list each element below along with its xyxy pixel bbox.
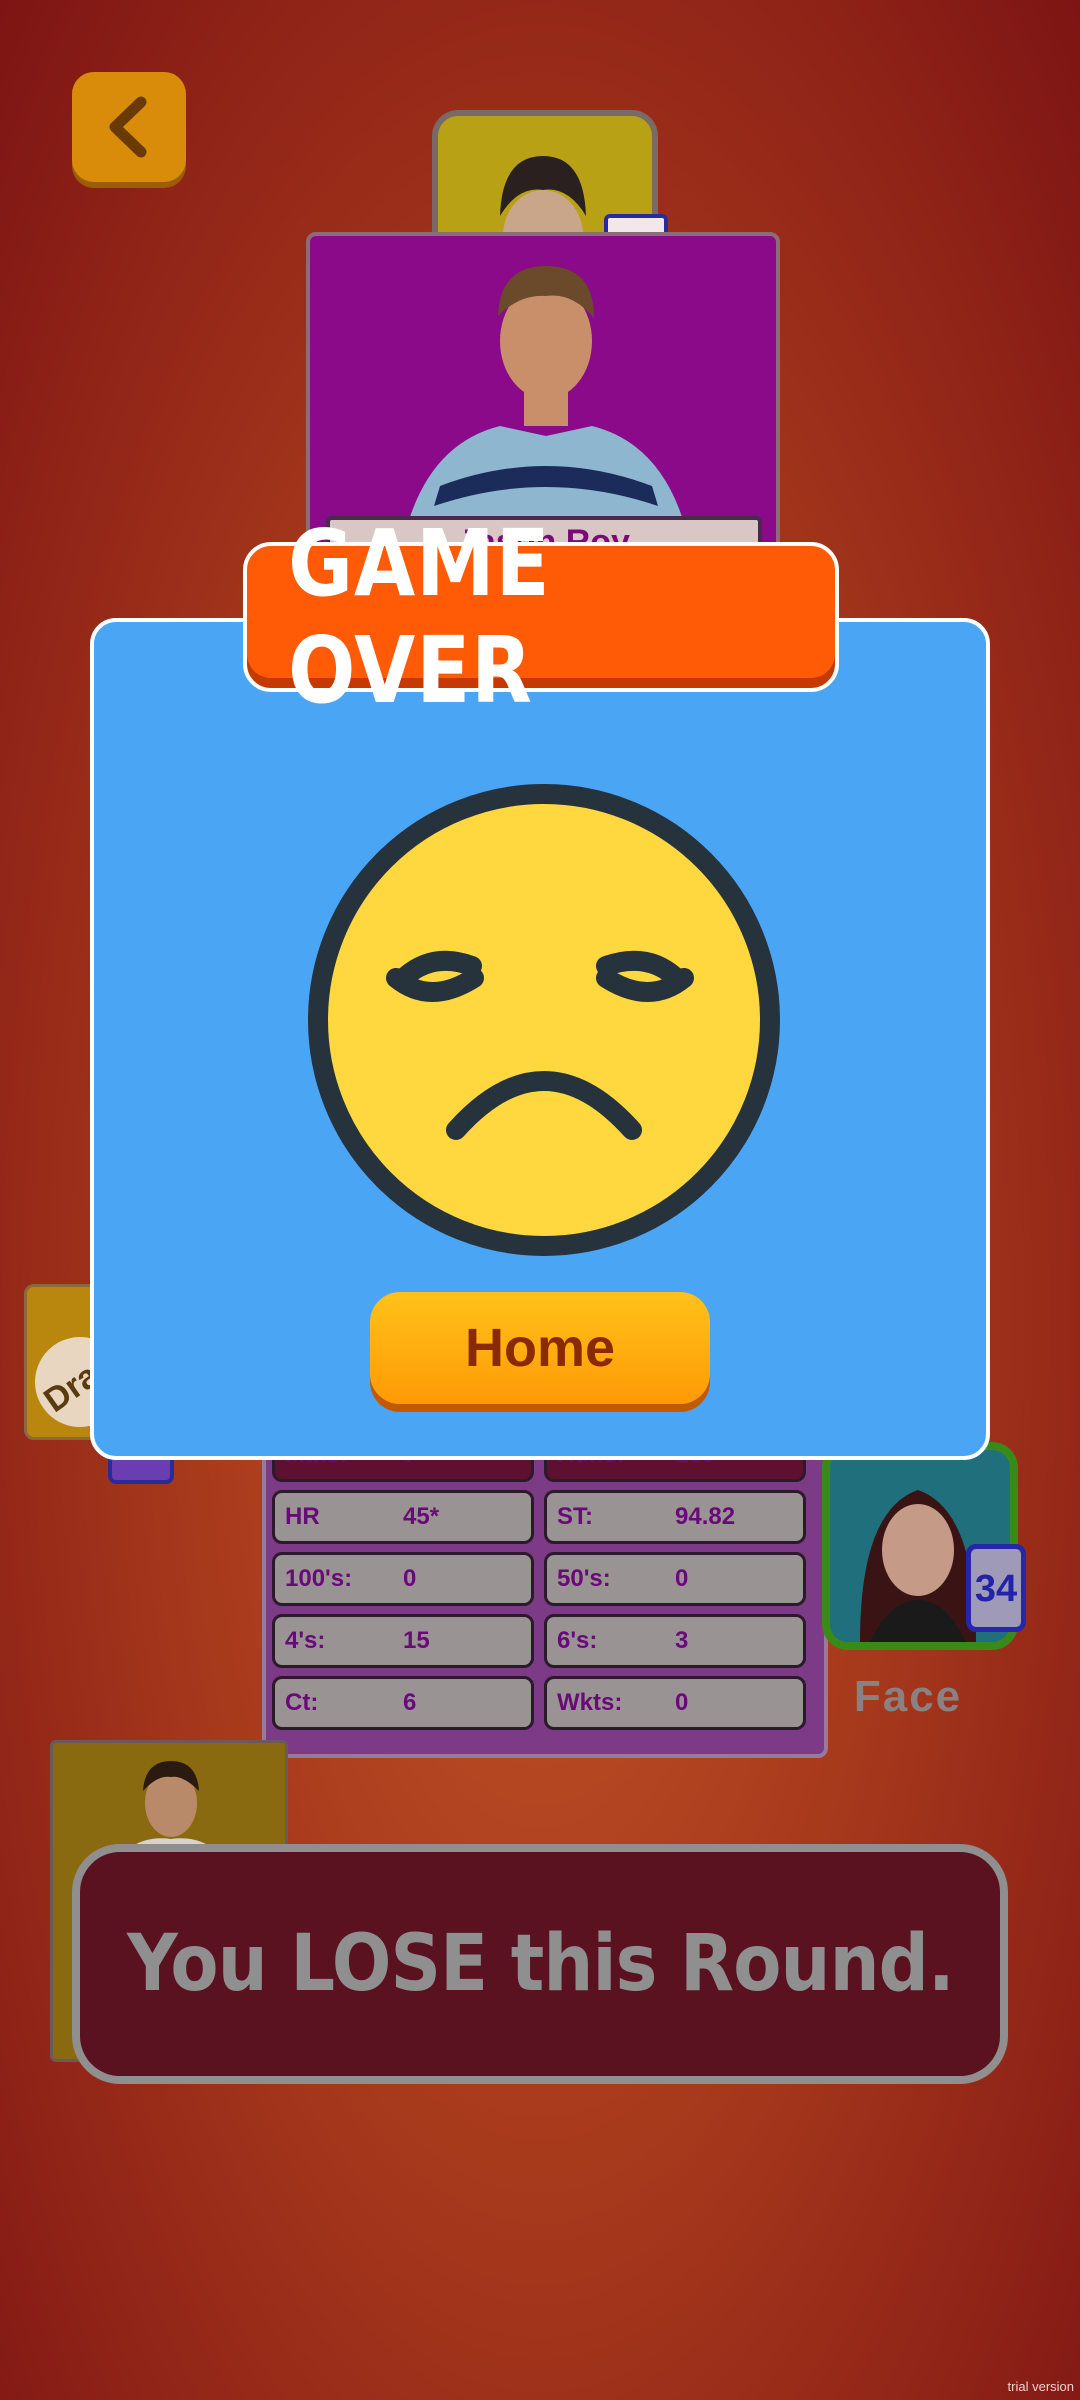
home-button[interactable]: Home bbox=[370, 1292, 710, 1404]
stat-cell[interactable]: 100's: 0 bbox=[272, 1552, 534, 1606]
stat-cell[interactable]: 6's: 3 bbox=[544, 1614, 806, 1668]
stats-panel: Mats:7 Runs:165 HR45* ST:94.82 100's:0 5… bbox=[262, 1428, 828, 1758]
stat-cell[interactable]: Ct: 6 bbox=[272, 1676, 534, 1730]
player-photo bbox=[400, 266, 692, 556]
face-card-count: 34 bbox=[966, 1544, 1026, 1632]
sad-face-icon bbox=[308, 784, 780, 1256]
chevron-left-icon bbox=[109, 96, 147, 158]
home-button-label: Home bbox=[464, 1318, 616, 1378]
game-over-title: GAME OVER bbox=[288, 510, 551, 724]
back-button[interactable] bbox=[72, 72, 186, 182]
stat-cell[interactable]: Wkts: 0 bbox=[544, 1676, 806, 1730]
stat-cell[interactable]: ST: 94.82 bbox=[544, 1490, 806, 1544]
stat-cell[interactable]: 50's: 0 bbox=[544, 1552, 806, 1606]
stat-cell[interactable]: 4's: 15 bbox=[272, 1614, 534, 1668]
round-result-banner: You LOSE this Round. bbox=[72, 1844, 1008, 2084]
face-label: Face bbox=[853, 1672, 963, 1721]
watermark: trial version bbox=[1007, 2379, 1074, 2394]
stat-cell[interactable]: HR 45* bbox=[272, 1490, 534, 1544]
game-over-title-banner: GAME OVER bbox=[243, 510, 839, 724]
round-result-text: You LOSE this Round. bbox=[126, 1919, 955, 2009]
